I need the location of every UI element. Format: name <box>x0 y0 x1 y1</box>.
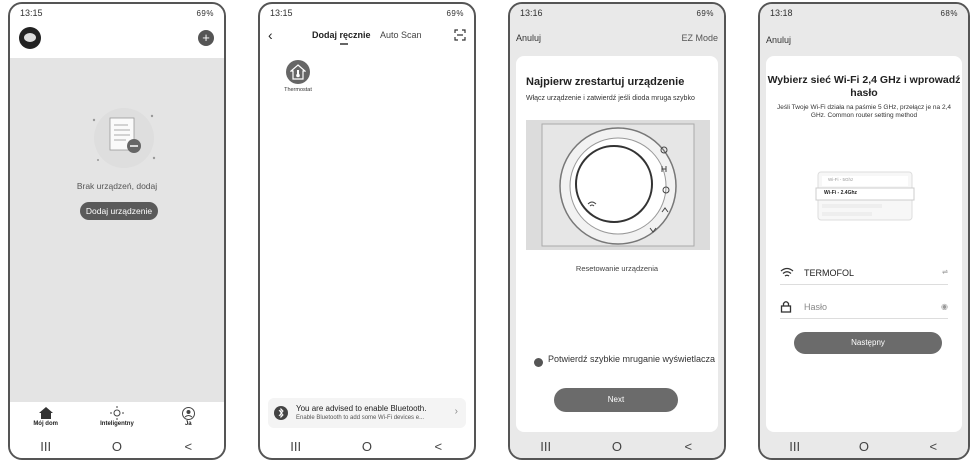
reset-card: Najpierw zrestartuj urządzenie Włącz urz… <box>516 56 718 432</box>
bluetooth-subtitle: Enable Bluetooth to add some Wi-Fi devic… <box>296 415 425 421</box>
system-nav-bar: III O < <box>10 434 224 458</box>
wifi-icon <box>780 267 794 279</box>
next-button[interactable]: Następny <box>794 332 942 354</box>
status-bar: 13:15 69% <box>10 4 224 22</box>
bottom-tab-bar: Mój dom Inteligentny Ja <box>10 402 224 434</box>
recent-apps-button[interactable]: III <box>526 439 566 454</box>
tab-smart[interactable]: Inteligentny <box>87 405 147 427</box>
status-battery: 69% <box>196 8 214 18</box>
empty-state-text: Brak urządzeń, dodaj <box>76 181 158 191</box>
ssid-field[interactable]: TERMOFOL ⇌ <box>780 264 948 285</box>
back-button[interactable]: < <box>168 439 208 454</box>
wifi-24ghz-label: Wi-Fi - 2.4Ghz <box>824 190 858 196</box>
tab-me[interactable]: Ja <box>158 405 218 427</box>
top-bar: + <box>10 22 224 58</box>
recent-apps-button[interactable]: III <box>26 439 66 454</box>
reset-description: Włącz urządzenie i zatwierdź jeśli dioda… <box>526 95 695 102</box>
phone-home-screen: 13:15 69% + Brak urządzeń, dodaj Dodaj u… <box>8 2 226 460</box>
password-field[interactable]: Hasło ◉ <box>780 298 948 319</box>
add-device-button[interactable]: Dodaj urządzenie <box>80 202 158 220</box>
checkmark-icon <box>534 358 543 367</box>
next-button[interactable]: Next <box>554 388 678 412</box>
status-time: 13:16 <box>520 8 543 18</box>
status-time: 13:18 <box>770 8 793 18</box>
bluetooth-banner[interactable]: You are advised to enable Bluetooth. Ena… <box>268 398 466 428</box>
status-time: 13:15 <box>20 8 43 18</box>
active-tab-indicator <box>340 43 348 45</box>
system-nav-bar: III O < <box>510 434 724 458</box>
tab-auto-scan[interactable]: Auto Scan <box>380 30 422 40</box>
confirm-blink-checkbox[interactable]: Potwierdź szybkie mruganie wyświetlacza <box>534 354 718 367</box>
device-thermostat[interactable]: Thermostat <box>278 60 318 93</box>
status-battery: 69% <box>446 8 464 18</box>
recent-apps-button[interactable]: III <box>775 439 815 454</box>
lock-icon <box>780 300 792 313</box>
home-button[interactable]: O <box>347 439 387 454</box>
wifi-5ghz-label: Wi-Fi - 5Ghz <box>828 177 854 182</box>
device-label: Thermostat <box>284 87 312 93</box>
tab-label: Mój dom <box>33 421 58 427</box>
tab-home[interactable]: Mój dom <box>16 405 76 427</box>
switch-network-icon[interactable]: ⇌ <box>942 268 948 276</box>
back-arrow-icon[interactable]: ‹ <box>268 27 273 43</box>
wifi-title: Wybierz sieć Wi-Fi 2,4 GHz i wprowadź ha… <box>767 74 961 99</box>
mode-switch[interactable]: EZ Mode <box>681 33 718 43</box>
back-button[interactable]: < <box>913 439 953 454</box>
status-bar: 13:15 69% <box>260 4 474 22</box>
tab-label: Dodaj ręcznie <box>312 30 371 40</box>
phone-wifi-screen: 13:18 68% Anuluj Wybierz sieć Wi-Fi 2,4 … <box>758 2 970 460</box>
phone-add-device-screen: 13:15 69% ‹ Dodaj ręcznie Auto Scan Ther… <box>258 2 476 460</box>
status-battery: 68% <box>940 8 958 18</box>
system-nav-bar: III O < <box>260 434 474 458</box>
system-nav-bar: III O < <box>760 434 968 458</box>
tab-label: Ja <box>184 421 192 427</box>
home-icon <box>16 405 76 421</box>
home-button[interactable]: O <box>97 439 137 454</box>
wifi-band-illustration: Wi-Fi - 5Ghz Wi-Fi - 2.4Ghz <box>814 168 916 224</box>
phone-reset-device-screen: 13:16 69% Anuluj EZ Mode Najpierw zresta… <box>508 2 726 460</box>
empty-state-illustration <box>92 108 156 168</box>
scan-icon[interactable] <box>454 29 466 41</box>
status-bar: 13:16 69% <box>510 4 724 22</box>
back-button[interactable]: < <box>418 439 458 454</box>
status-time: 13:15 <box>270 8 293 18</box>
thermostat-icon <box>286 60 310 84</box>
ssid-value: TERMOFOL <box>804 268 855 278</box>
add-device-header: ‹ Dodaj ręcznie Auto Scan <box>260 24 474 50</box>
cancel-link[interactable]: Anuluj <box>766 35 791 45</box>
user-icon <box>158 405 218 421</box>
add-icon[interactable]: + <box>198 30 214 46</box>
wifi-card: Wybierz sieć Wi-Fi 2,4 GHz i wprowadź ha… <box>766 56 962 432</box>
back-button[interactable]: < <box>668 439 708 454</box>
chevron-right-icon: › <box>454 406 458 417</box>
thermostat-illustration <box>526 120 710 250</box>
home-button[interactable]: O <box>844 439 884 454</box>
status-bar: 13:18 68% <box>760 4 968 22</box>
tab-label: Inteligentny <box>100 421 134 427</box>
bluetooth-icon <box>274 406 288 420</box>
confirm-label: Potwierdź szybkie mruganie wyświetlacza <box>548 354 716 364</box>
home-button[interactable]: O <box>597 439 637 454</box>
password-placeholder: Hasło <box>804 302 828 312</box>
tab-add-manually[interactable]: Dodaj ręcznie <box>312 30 371 45</box>
wifi-description: Jeśli Twoje Wi-Fi działa na paśmie 5 GHz… <box>776 104 951 119</box>
reset-title: Najpierw zrestartuj urządzenie <box>526 76 685 88</box>
sun-icon <box>87 405 147 421</box>
recent-apps-button[interactable]: III <box>276 439 316 454</box>
avatar[interactable] <box>19 27 41 49</box>
reset-device-link[interactable]: Resetowanie urządzenia <box>516 264 718 273</box>
bluetooth-title: You are advised to enable Bluetooth. <box>296 404 427 413</box>
eye-icon[interactable]: ◉ <box>941 302 948 311</box>
cancel-link[interactable]: Anuluj <box>516 33 541 43</box>
status-battery: 69% <box>696 8 714 18</box>
